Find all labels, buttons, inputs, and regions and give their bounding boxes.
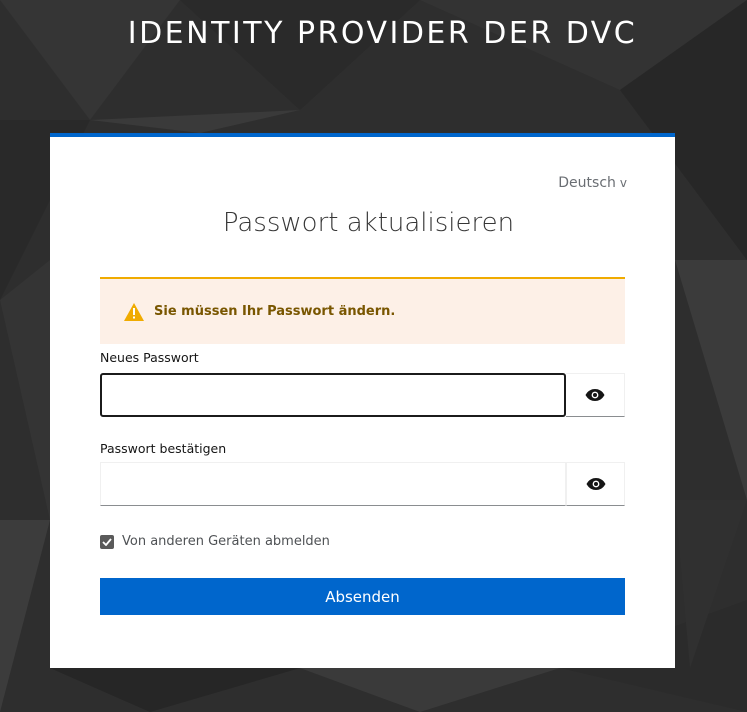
confirm-password-label: Passwort bestätigen — [100, 441, 227, 456]
eye-icon — [586, 478, 605, 490]
warning-triangle-icon — [124, 302, 144, 321]
alert-message: Sie müssen Ihr Passwort ändern. — [154, 304, 396, 319]
new-password-group — [100, 373, 625, 417]
language-selector[interactable]: Deutsch v — [558, 175, 627, 191]
logout-other-devices-option[interactable]: Von anderen Geräten abmelden — [100, 534, 330, 549]
chevron-down-icon: v — [619, 176, 627, 190]
logout-other-devices-checkbox[interactable] — [100, 534, 114, 549]
login-card: Deutsch v Passwort aktualisieren Sie müs… — [50, 133, 675, 668]
warning-alert: Sie müssen Ihr Passwort ändern. — [100, 277, 625, 344]
language-label: Deutsch — [558, 175, 616, 191]
show-password-button[interactable] — [566, 373, 625, 417]
logout-other-devices-label: Von anderen Geräten abmelden — [122, 534, 330, 549]
page-title: Passwort aktualisieren — [222, 208, 515, 238]
new-password-input[interactable] — [100, 373, 566, 417]
new-password-label: Neues Passwort — [100, 350, 199, 365]
submit-button[interactable]: Absenden — [100, 578, 625, 615]
checkmark-icon — [102, 537, 112, 546]
confirm-password-input[interactable] — [100, 462, 566, 506]
confirm-password-group — [100, 462, 625, 506]
show-confirm-password-button[interactable] — [566, 462, 625, 506]
site-title: IDENTITY PROVIDER DER DVC — [127, 16, 638, 51]
eye-icon — [585, 389, 605, 401]
